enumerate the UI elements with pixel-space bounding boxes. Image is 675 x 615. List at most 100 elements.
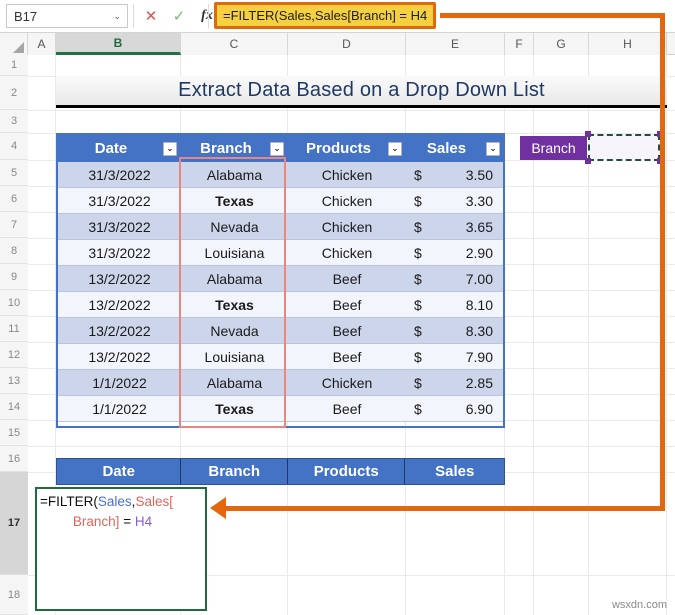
row-header-18[interactable]: 18	[0, 575, 28, 615]
row-header-17[interactable]: 17	[0, 472, 28, 575]
filter-dropdown-icon-sales[interactable]: ⌄	[486, 141, 500, 156]
sales-value: 7.90	[465, 348, 493, 365]
row-header-8[interactable]: 8	[0, 238, 28, 264]
active-cell-formula-editor[interactable]: =FILTER(Sales,Sales[ Branch] = H4	[35, 487, 207, 611]
currency-symbol: $	[414, 192, 422, 209]
cell-sales: $ 8.30	[406, 318, 503, 344]
row-header-12[interactable]: 12	[0, 342, 28, 368]
sales-data-table: Date ⌄ Branch ⌄ Products ⌄ Sales ⌄ 31/3/…	[56, 133, 505, 428]
column-header-b[interactable]: B	[56, 33, 181, 55]
row-header-16[interactable]: 16	[0, 446, 28, 472]
column-header-g[interactable]: G	[534, 33, 589, 55]
cell-date: 13/2/2022	[58, 318, 181, 344]
table-row[interactable]: 13/2/2022 Nevada Beef $ 8.30	[58, 318, 503, 344]
row-header-3[interactable]: 3	[0, 110, 28, 133]
sales-value: 2.85	[465, 374, 493, 391]
row-header-7[interactable]: 7	[0, 212, 28, 238]
cell-date: 31/3/2022	[58, 240, 181, 266]
callout-segment-right	[660, 13, 665, 511]
column-header-e[interactable]: E	[406, 33, 505, 55]
gridline	[666, 55, 667, 615]
cell-products: Chicken	[288, 370, 406, 396]
page-title: Extract Data Based on a Drop Down List	[56, 76, 667, 108]
row-header-13[interactable]: 13	[0, 368, 28, 394]
selection-handle-tl[interactable]	[585, 131, 591, 137]
table-row[interactable]: 1/1/2022 Alabama Chicken $ 2.85	[58, 370, 503, 396]
table-row[interactable]: 31/3/2022 Louisiana Chicken $ 2.90	[58, 240, 503, 266]
column-header-f[interactable]: F	[505, 33, 534, 55]
cell-branch: Alabama	[181, 266, 288, 292]
sales-value: 8.30	[465, 322, 493, 339]
name-box[interactable]: B17 ⌄	[6, 4, 128, 28]
sales-value: 6.90	[465, 400, 493, 417]
column-header-date: Date ⌄	[58, 135, 181, 162]
cell-sales: $ 2.90	[406, 240, 503, 266]
row-header-strip: 1 2 3 4 5 6 7 8 9 10 11 12 13 14 15 16 1…	[0, 55, 28, 615]
table-row[interactable]: 13/2/2022 Alabama Beef $ 7.00	[58, 266, 503, 292]
cell-sales: $ 6.90	[406, 396, 503, 422]
result-table-header-row: Date Branch Products Sales	[56, 458, 505, 485]
column-header-products: Products ⌄	[288, 135, 406, 162]
enter-icon[interactable]: ✓	[170, 7, 188, 25]
sales-value: 7.00	[465, 270, 493, 287]
column-header-d[interactable]: D	[288, 33, 406, 55]
callout-segment-bottom	[226, 506, 665, 511]
row-header-14[interactable]: 14	[0, 394, 28, 420]
formula-token-function: =FILTER(	[40, 494, 98, 509]
column-header-h[interactable]: H	[589, 33, 667, 55]
currency-symbol: $	[414, 218, 422, 235]
formula-token-operator: =	[123, 513, 132, 529]
callout-arrowhead	[210, 497, 226, 519]
select-all-corner[interactable]	[0, 33, 28, 55]
filter-dropdown-icon-products[interactable]: ⌄	[388, 141, 402, 156]
cancel-icon[interactable]: ✕	[142, 7, 160, 25]
row-header-4[interactable]: 4	[0, 133, 28, 160]
excel-worksheet-screenshot: B17 ⌄ ✕ ✓ fx =FILTER(Sales,Sales[Branch]…	[0, 0, 675, 615]
table-row[interactable]: 13/2/2022 Louisiana Beef $ 7.90	[58, 344, 503, 370]
column-header-sales: Sales ⌄	[406, 135, 503, 162]
header-label: Sales	[426, 140, 467, 157]
cell-branch: Texas	[181, 188, 288, 214]
table-row[interactable]: 1/1/2022 Texas Beef $ 6.90	[58, 396, 503, 422]
cell-sales: $ 3.30	[406, 188, 503, 214]
cell-products: Beef	[288, 318, 406, 344]
cell-branch: Texas	[181, 396, 288, 422]
formula-token-table-ref: Sales[	[135, 494, 173, 509]
filter-dropdown-icon-branch[interactable]: ⌄	[270, 141, 284, 156]
cell-sales: $ 3.65	[406, 214, 503, 240]
cell-products: Chicken	[288, 240, 406, 266]
cell-date: 13/2/2022	[58, 344, 181, 370]
table-row[interactable]: 13/2/2022 Texas Beef $ 8.10	[58, 292, 503, 318]
column-header-strip: A B C D E F G H	[0, 33, 675, 55]
result-header-date: Date	[57, 459, 182, 484]
filter-dropdown-icon-date[interactable]: ⌄	[163, 141, 177, 156]
cell-date: 31/3/2022	[58, 188, 181, 214]
chevron-down-icon[interactable]: ⌄	[113, 11, 123, 22]
row-header-2[interactable]: 2	[0, 76, 28, 110]
row-header-15[interactable]: 15	[0, 420, 28, 446]
cell-branch: Alabama	[181, 370, 288, 396]
table-row[interactable]: 31/3/2022 Alabama Chicken $ 3.50	[58, 162, 503, 188]
cell-products: Chicken	[288, 162, 406, 188]
row-header-9[interactable]: 9	[0, 264, 28, 290]
formula-line-1: =FILTER(Sales,Sales[	[40, 492, 203, 512]
branch-dropdown-cell[interactable]	[588, 134, 660, 161]
formula-input[interactable]: =FILTER(Sales,Sales[Branch] = H4	[214, 2, 437, 29]
column-header-a[interactable]: A	[28, 33, 56, 55]
row-header-5[interactable]: 5	[0, 160, 28, 186]
column-header-c[interactable]: C	[181, 33, 288, 55]
criteria-label-branch: Branch	[520, 136, 587, 160]
row-header-11[interactable]: 11	[0, 316, 28, 342]
row-header-6[interactable]: 6	[0, 186, 28, 212]
currency-symbol: $	[414, 270, 422, 287]
currency-symbol: $	[414, 322, 422, 339]
cell-date: 31/3/2022	[58, 214, 181, 240]
table-row[interactable]: 31/3/2022 Nevada Chicken $ 3.65	[58, 214, 503, 240]
selection-handle-bl[interactable]	[585, 158, 591, 164]
table-row[interactable]: 31/3/2022 Texas Chicken $ 3.30	[58, 188, 503, 214]
row-header-1[interactable]: 1	[0, 55, 28, 76]
cell-products: Beef	[288, 344, 406, 370]
cell-sales: $ 3.50	[406, 162, 503, 188]
result-header-branch: Branch	[181, 459, 288, 484]
row-header-10[interactable]: 10	[0, 290, 28, 316]
